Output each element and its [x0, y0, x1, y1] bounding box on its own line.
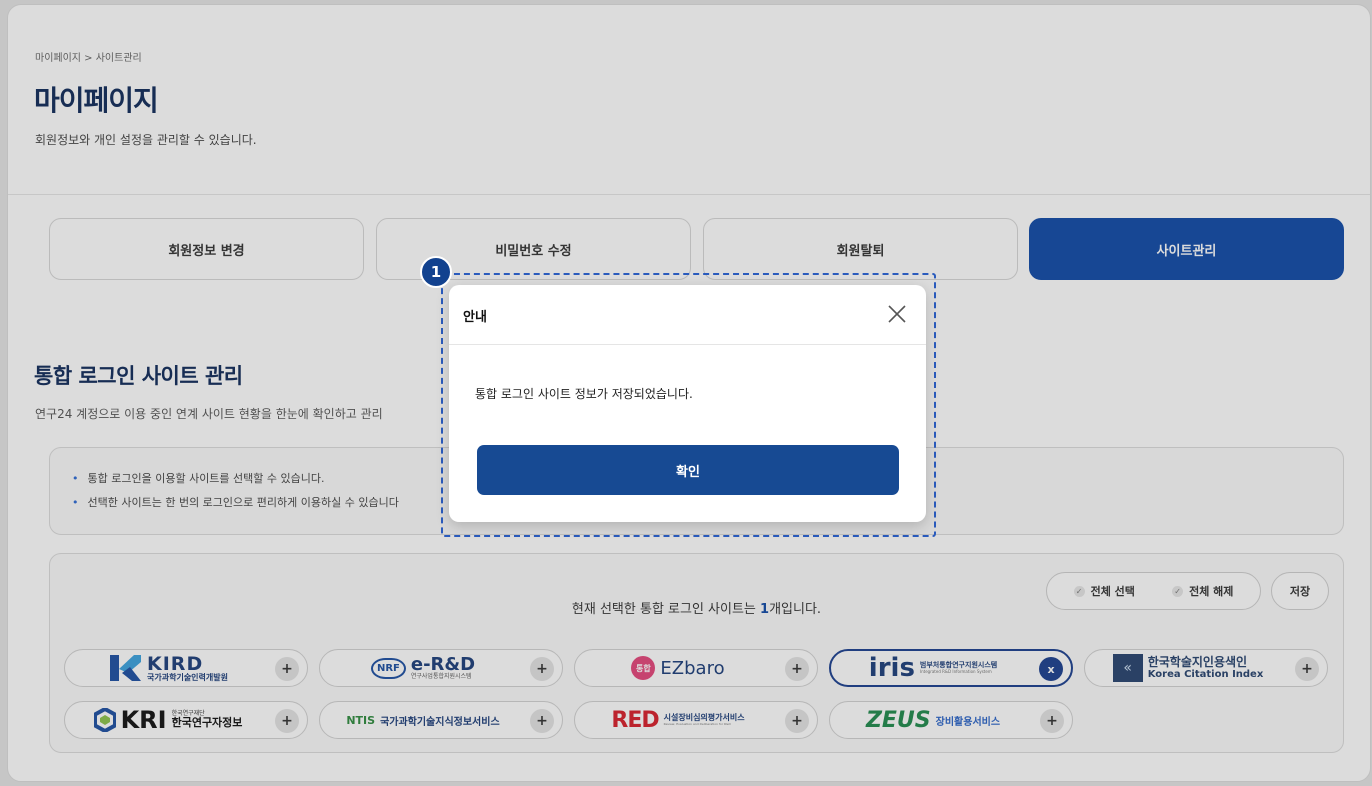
- step-badge: 1: [420, 256, 452, 288]
- close-icon[interactable]: [886, 303, 908, 325]
- dialog-message: 통합 로그인 사이트 정보가 저장되었습니다.: [475, 387, 693, 401]
- notice-dialog: 안내 통합 로그인 사이트 정보가 저장되었습니다. 확인: [449, 285, 926, 522]
- confirm-button[interactable]: 확인: [477, 445, 899, 495]
- dialog-header: 안내: [449, 285, 926, 345]
- dialog-title: 안내: [463, 310, 487, 325]
